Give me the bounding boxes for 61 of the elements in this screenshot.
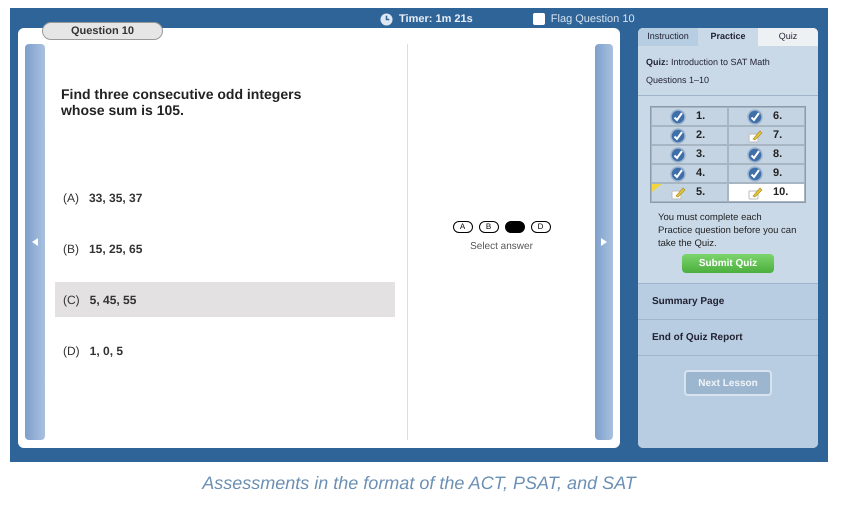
question-number: 3. <box>696 147 706 162</box>
question-number: 8. <box>773 147 782 162</box>
checkmark-icon <box>670 146 686 162</box>
question-number: 5. <box>696 185 706 200</box>
question-number: 4. <box>696 166 706 182</box>
panel-link[interactable]: Summary Page <box>638 284 818 320</box>
question-status-cell[interactable]: 2. <box>651 126 728 145</box>
caption: Assessments in the format of the ACT, PSAT, and SAT <box>200 472 638 495</box>
flag-checkbox[interactable] <box>532 13 545 26</box>
question-status-cell[interactable]: 8. <box>728 145 805 164</box>
answer-bubble[interactable]: D <box>530 221 550 233</box>
option-text: 15, 25, 65 <box>89 240 142 258</box>
answer-option[interactable]: (B) 15, 25, 65 <box>55 231 395 266</box>
checkmark-icon <box>747 108 763 124</box>
question-number: 2. <box>696 128 706 144</box>
quiz-subtitle: Questions 1–10 <box>646 74 710 87</box>
question-status-cell[interactable]: 10. <box>728 183 805 202</box>
option-text: 1, 0, 5 <box>90 342 124 360</box>
option-letter: (A) <box>63 190 79 206</box>
question-status-cell[interactable]: 3. <box>651 145 728 164</box>
question-number: 10. <box>773 185 788 200</box>
question-status-cell[interactable]: 5. <box>651 183 728 202</box>
answer-bubble[interactable] <box>504 221 524 233</box>
question-status-cell[interactable]: 6. <box>728 107 805 126</box>
option-letter: (C) <box>63 292 80 308</box>
step-tab[interactable]: Instruction <box>638 28 698 46</box>
question-number: 1. <box>696 109 706 124</box>
step-tab[interactable]: Practice <box>698 28 758 46</box>
answer-bubble[interactable]: A <box>452 221 472 233</box>
select-hint: Select answer <box>470 240 533 254</box>
checkmark-icon <box>747 166 763 182</box>
flag-label: Flag Question 10 <box>550 12 635 27</box>
question-text: Find three consecutive odd integers whose sum is 105. <box>61 86 302 118</box>
clock-icon <box>380 12 393 26</box>
left-arrow-icon <box>32 238 38 246</box>
checkmark-icon <box>670 108 686 124</box>
question-number: 7. <box>773 128 782 144</box>
checkmark-icon <box>670 128 686 144</box>
option-letter: (D) <box>63 342 80 360</box>
option-letter: (B) <box>63 240 79 258</box>
option-text: 5, 45, 55 <box>90 292 136 308</box>
answer-option[interactable]: (A) 33, 35, 37 <box>55 180 395 215</box>
question-number: 9. <box>773 166 782 182</box>
step-tab[interactable]: Quiz <box>758 28 818 46</box>
answer-bubble[interactable]: B <box>478 221 498 233</box>
question-status-cell[interactable]: 1. <box>651 107 728 126</box>
question-status-cell[interactable]: 7. <box>728 126 805 145</box>
right-arrow-icon <box>601 238 607 246</box>
panel-link[interactable]: End of Quiz Report <box>638 320 818 356</box>
timer-text: Timer: 1m 21s <box>399 12 473 27</box>
question-number: 6. <box>773 109 782 124</box>
notice-text: You must complete each Practice question before you can take the Quiz. <box>658 211 798 250</box>
checkmark-icon <box>747 146 763 162</box>
question-status-cell[interactable]: 4. <box>651 164 728 183</box>
quiz-title: Quiz: Introduction to SAT Math <box>646 56 771 69</box>
answer-option[interactable]: (C) 5, 45, 55 <box>55 282 395 317</box>
question-status-cell[interactable]: 9. <box>728 164 805 183</box>
flag-corner-icon <box>652 184 662 194</box>
checkmark-icon <box>670 166 686 182</box>
answer-option[interactable]: (D) 1, 0, 5 <box>55 333 395 368</box>
option-text: 33, 35, 37 <box>89 190 142 206</box>
